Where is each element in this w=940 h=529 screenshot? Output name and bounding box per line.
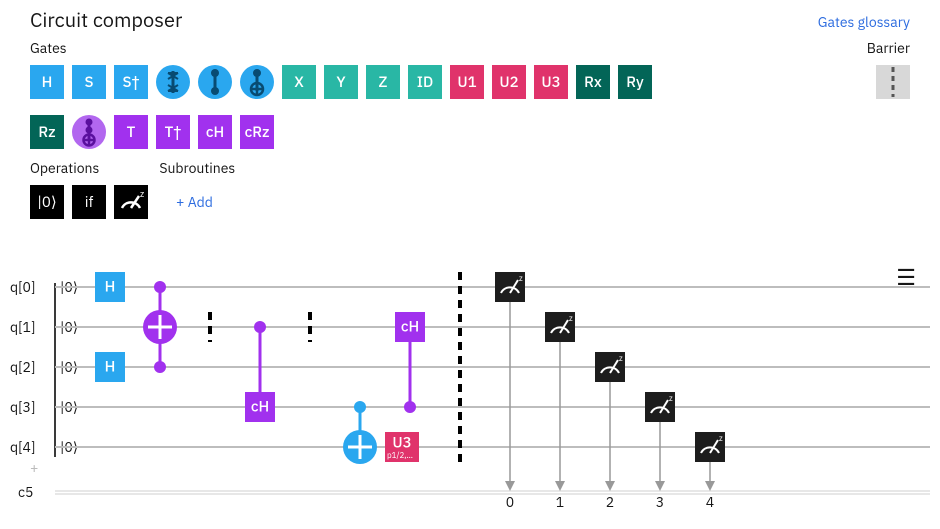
operations-label: Operations xyxy=(30,159,99,177)
circuit-menu-icon[interactable]: ☰ xyxy=(896,263,916,292)
gate-swap-icon[interactable] xyxy=(156,65,190,99)
placed-U3-q4[interactable]: U3 p1/2,… xyxy=(385,432,419,462)
op-if[interactable]: if xyxy=(72,185,106,219)
svg-text:cH: cH xyxy=(251,398,269,417)
measure-q4[interactable]: 4 xyxy=(695,432,725,511)
op-measure-icon[interactable]: z xyxy=(114,185,148,219)
svg-text:q[2]: q[2] xyxy=(10,358,35,376)
gate-H[interactable]: H xyxy=(30,65,64,99)
measure-q0[interactable]: 0 xyxy=(495,272,525,511)
gate-Tdg[interactable]: T† xyxy=(156,115,190,149)
svg-text:4: 4 xyxy=(706,493,714,511)
placed-cnot-3-4[interactable] xyxy=(343,401,377,464)
svg-text:3: 3 xyxy=(656,493,664,511)
gate-Sdg[interactable]: S† xyxy=(114,65,148,99)
placed-H-q0[interactable]: H xyxy=(95,272,125,302)
placed-cH-3-1[interactable]: cH xyxy=(395,312,425,413)
gate-Ry[interactable]: Ry xyxy=(618,65,652,99)
gate-cnot-icon[interactable] xyxy=(240,65,274,99)
add-subroutine[interactable]: + Add xyxy=(176,193,213,211)
gate-S[interactable]: S xyxy=(72,65,106,99)
measure-q3[interactable]: 3 xyxy=(645,392,675,511)
gate-U2[interactable]: U2 xyxy=(492,65,526,99)
gate-ccx-icon[interactable] xyxy=(72,115,106,149)
gate-U1[interactable]: U1 xyxy=(450,65,484,99)
gate-ID[interactable]: ID xyxy=(408,65,442,99)
gate-Rz[interactable]: Rz xyxy=(30,115,64,149)
gate-cH[interactable]: cH xyxy=(198,115,232,149)
svg-text:H: H xyxy=(105,358,116,377)
subroutines-label: Subroutines xyxy=(159,159,235,177)
gates-label: Gates xyxy=(30,39,67,57)
placed-H-q2[interactable]: H xyxy=(95,352,125,382)
wires: q[0] q[1] q[2] q[3] q[4] + c5 |0⟩ |0⟩ |0… xyxy=(10,278,930,501)
svg-text:q[3]: q[3] xyxy=(10,398,35,416)
gate-X[interactable]: X xyxy=(282,65,316,99)
gate-cRz[interactable]: cRz xyxy=(240,115,274,149)
placed-cH-1-3[interactable]: cH xyxy=(245,321,275,422)
svg-text:q[1]: q[1] xyxy=(10,318,35,336)
measure-q1[interactable]: 1 xyxy=(545,312,575,511)
gate-T[interactable]: T xyxy=(114,115,148,149)
svg-text:2: 2 xyxy=(606,493,614,511)
glossary-link[interactable]: Gates glossary xyxy=(818,13,910,31)
barrier-label: Barrier xyxy=(867,39,910,57)
svg-text:H: H xyxy=(105,278,116,297)
svg-text:U3: U3 xyxy=(392,434,411,453)
gate-ctrlphase-icon[interactable] xyxy=(198,65,232,99)
page-title: Circuit composer xyxy=(30,6,182,33)
svg-text:cH: cH xyxy=(401,318,419,337)
svg-text:q[0]: q[0] xyxy=(10,278,35,296)
gate-U3[interactable]: U3 xyxy=(534,65,568,99)
svg-text:+: + xyxy=(30,459,38,477)
svg-text:q[4]: q[4] xyxy=(10,438,35,456)
svg-text:z: z xyxy=(140,189,144,200)
measure-q2[interactable]: 2 xyxy=(595,352,625,511)
svg-text:c5: c5 xyxy=(18,483,33,501)
svg-text:0: 0 xyxy=(506,493,514,511)
svg-text:1: 1 xyxy=(556,493,564,511)
circuit-canvas[interactable]: z q[0] q[1] q[2] q[3] q[4] + c5 |0⟩ |0⟩ … xyxy=(0,257,940,517)
svg-text:p1/2,…: p1/2,… xyxy=(387,451,413,461)
barrier-tile[interactable] xyxy=(876,65,910,99)
gate-Z[interactable]: Z xyxy=(366,65,400,99)
gate-Y[interactable]: Y xyxy=(324,65,358,99)
op-reset[interactable]: |0⟩ xyxy=(30,185,64,219)
gate-Rx[interactable]: Rx xyxy=(576,65,610,99)
placed-ccx[interactable] xyxy=(143,281,177,373)
